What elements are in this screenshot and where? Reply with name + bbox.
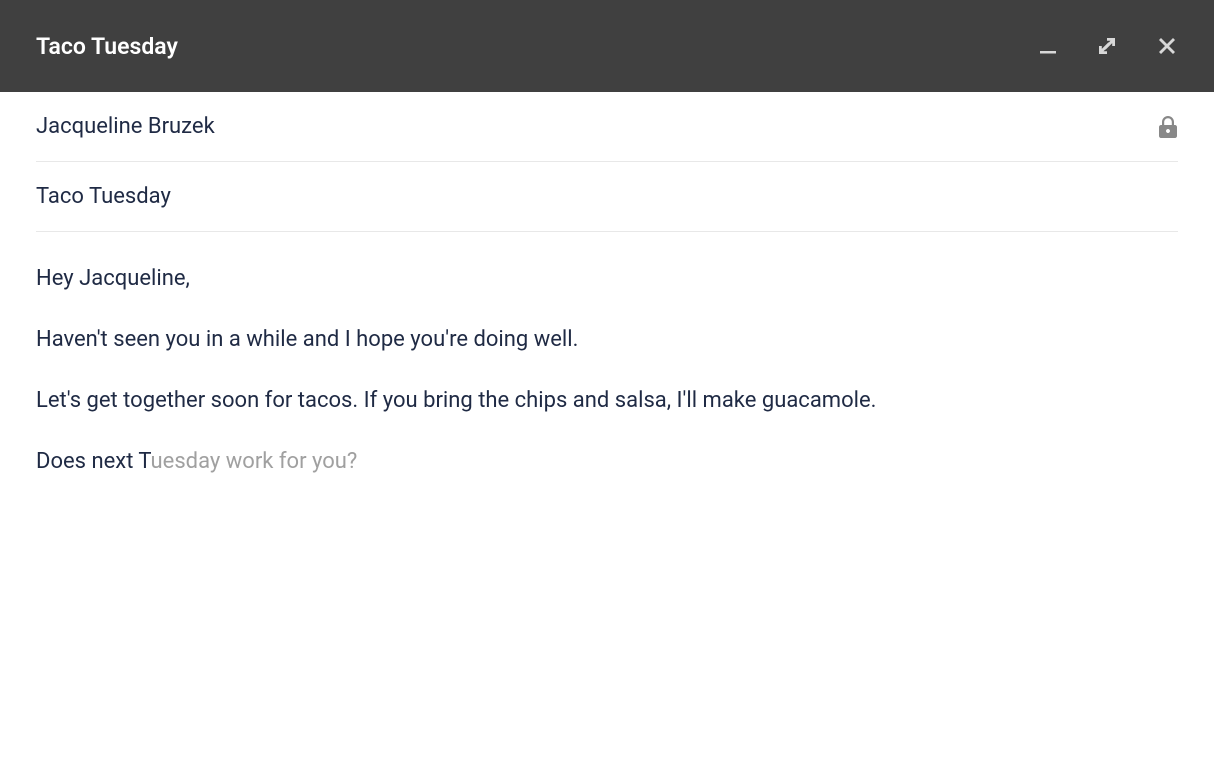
typed-text: Does next T (36, 449, 151, 474)
expand-icon (1096, 35, 1118, 57)
subject-text: Taco Tuesday (36, 184, 171, 209)
body-greeting: Hey Jacqueline, (36, 262, 1178, 295)
body-textarea[interactable]: Hey Jacqueline, Haven't seen you in a wh… (36, 232, 1178, 478)
suggested-text: uesday work for you? (151, 449, 358, 474)
close-button[interactable] (1156, 35, 1178, 57)
recipient-field[interactable]: Jacqueline Bruzek (36, 92, 1178, 162)
header-controls (1038, 35, 1178, 57)
close-icon (1156, 35, 1178, 57)
expand-button[interactable] (1096, 35, 1118, 57)
compose-content: Jacqueline Bruzek Taco Tuesday Hey Jacqu… (0, 92, 1214, 765)
body-paragraph-1: Haven't seen you in a while and I hope y… (36, 323, 1178, 356)
compose-window: Taco Tuesday Jacqueline Bruzek (0, 0, 1214, 765)
header-title: Taco Tuesday (36, 33, 178, 60)
minimize-button[interactable] (1038, 36, 1058, 56)
smart-compose-line: Does next Tuesday work for you? (36, 445, 1178, 478)
compose-header: Taco Tuesday (0, 0, 1214, 92)
subject-field[interactable]: Taco Tuesday (36, 162, 1178, 232)
recipient-name: Jacqueline Bruzek (36, 114, 215, 139)
body-paragraph-2: Let's get together soon for tacos. If yo… (36, 384, 1178, 417)
minimize-icon (1038, 36, 1058, 56)
lock-icon (1158, 115, 1178, 139)
